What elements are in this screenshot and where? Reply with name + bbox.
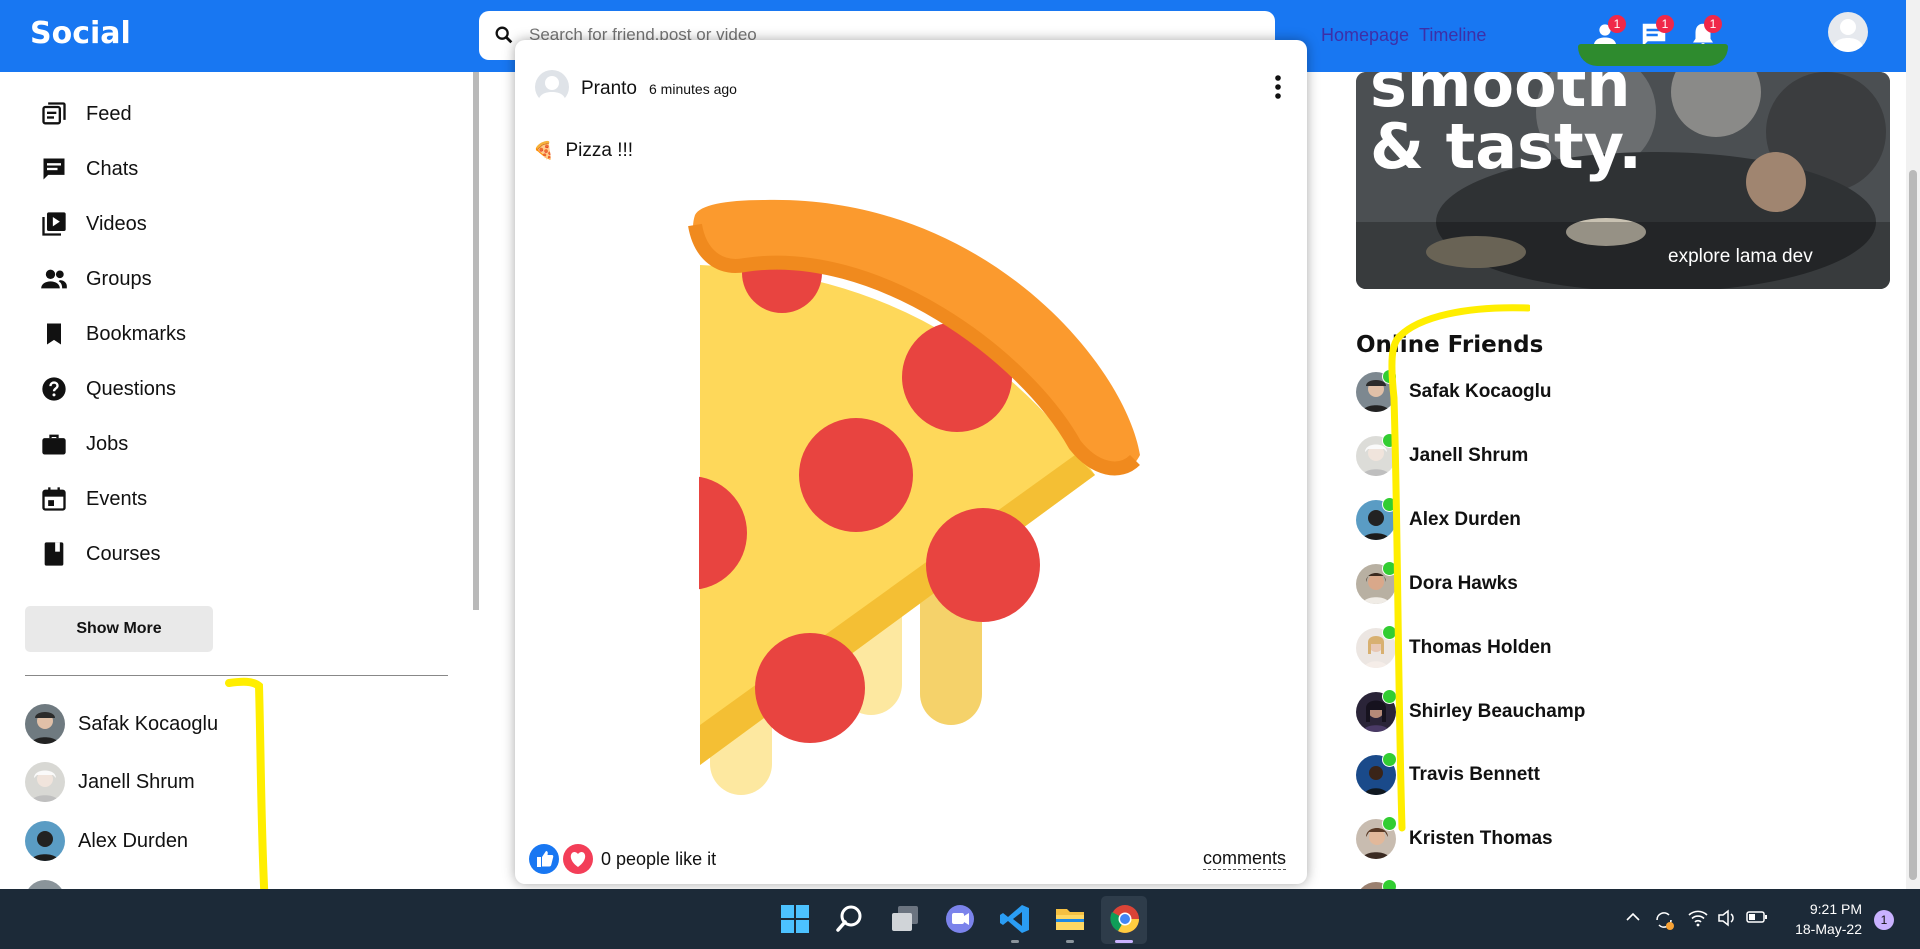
- sidebar-item-label: Jobs: [86, 432, 129, 455]
- pizza-emoji-icon: 🍕: [533, 141, 555, 160]
- like-count: 0 people like it: [601, 848, 717, 869]
- avatar: [25, 880, 65, 889]
- post-image-pizza[interactable]: [655, 185, 1195, 825]
- chevron-up-icon[interactable]: [1625, 909, 1641, 925]
- sidebar-item-label: Questions: [86, 377, 177, 400]
- comments-link[interactable]: comments: [1203, 848, 1287, 870]
- post-username[interactable]: Pranto: [581, 78, 637, 100]
- sidebar-item-label: Groups: [86, 267, 152, 290]
- running-indicator: [1066, 940, 1074, 943]
- video-icon: [42, 212, 66, 236]
- volume-icon[interactable]: [1717, 909, 1737, 927]
- notification-count-badge[interactable]: 1: [1874, 910, 1894, 930]
- running-indicator: [1011, 940, 1019, 943]
- sidebar-item-events[interactable]: Events: [40, 482, 147, 516]
- sidebar-item-chats[interactable]: Chats: [40, 152, 138, 186]
- friend-list-item[interactable]: Alex Durden: [25, 819, 188, 863]
- friend-name: Safak Kocaoglu: [78, 712, 219, 735]
- post-reactions: 0 people like it: [529, 844, 716, 874]
- sync-icon[interactable]: [1653, 909, 1675, 931]
- sidebar-item-jobs[interactable]: Jobs: [40, 427, 128, 461]
- sidebar: Feed Chats Videos Groups Bookmarks Quest…: [0, 72, 475, 889]
- avatar: [25, 704, 65, 744]
- book-icon: [44, 542, 64, 566]
- avatar: [25, 762, 65, 802]
- sidebar-item-label: Events: [86, 487, 148, 510]
- calendar-icon: [42, 487, 66, 511]
- search-icon: [495, 26, 513, 44]
- chat-icon: [43, 158, 65, 180]
- briefcase-icon: [42, 434, 66, 455]
- ad-caption: explore lama dev: [1668, 246, 1813, 267]
- ad-banner[interactable]: smooth & tasty. explore lama dev: [1356, 72, 1890, 289]
- friend-list-item[interactable]: [25, 878, 65, 889]
- like-icon[interactable]: [529, 844, 559, 874]
- post-text: 🍕 Pizza !!!: [533, 140, 633, 162]
- yellow-bracket-annotation: [1388, 304, 1530, 832]
- search-icon[interactable]: [833, 902, 867, 936]
- page-scrollbar[interactable]: [1906, 0, 1920, 889]
- page-scrollbar-thumb[interactable]: [1909, 170, 1917, 880]
- friend-name: Janell Shrum: [78, 770, 195, 793]
- vscode-icon[interactable]: [998, 902, 1032, 936]
- yellow-bracket-annotation: [225, 677, 269, 889]
- chrome-icon[interactable]: [1108, 902, 1142, 936]
- post-timestamp: 6 minutes ago: [649, 81, 737, 97]
- ad-headline: smooth & tasty.: [1370, 72, 1642, 178]
- wifi-icon[interactable]: [1688, 909, 1708, 927]
- active-indicator: [1115, 940, 1133, 943]
- post-card: Pranto 6 minutes ago 🍕 Pizza !!! 0 peopl…: [515, 40, 1307, 884]
- sidebar-item-label: Feed: [86, 102, 132, 125]
- heart-icon[interactable]: [563, 844, 593, 874]
- rightbar: smooth & tasty. explore lama dev Online …: [1330, 0, 1920, 922]
- sidebar-item-courses[interactable]: Courses: [40, 537, 160, 571]
- sidebar-item-label: Bookmarks: [86, 322, 187, 345]
- friend-list-item[interactable]: Safak Kocaoglu: [25, 702, 218, 746]
- feed-icon: [42, 102, 66, 125]
- clock-time: 9:21 PM: [1809, 901, 1862, 917]
- sidebar-item-label: Courses: [86, 542, 161, 565]
- battery-icon[interactable]: [1746, 909, 1768, 925]
- sidebar-item-label: Chats: [86, 157, 139, 180]
- sidebar-item-groups[interactable]: Groups: [40, 262, 152, 296]
- more-vert-icon[interactable]: [1272, 74, 1284, 100]
- logo[interactable]: Social: [30, 16, 131, 51]
- friend-list-item[interactable]: Janell Shrum: [25, 760, 195, 804]
- post-caption: Pizza !!!: [565, 140, 634, 161]
- windows-start-icon[interactable]: [778, 902, 812, 936]
- sidebar-item-feed[interactable]: Feed: [40, 97, 132, 131]
- sidebar-item-bookmarks[interactable]: Bookmarks: [40, 317, 186, 351]
- clock-date: 18-May-22: [1795, 921, 1862, 937]
- avatar: [25, 821, 65, 861]
- sidebar-item-questions[interactable]: Questions: [40, 372, 176, 406]
- avatar[interactable]: [535, 70, 569, 104]
- teams-chat-icon[interactable]: [943, 902, 977, 936]
- clock[interactable]: 9:21 PM 18-May-22: [1788, 899, 1862, 939]
- question-icon: [42, 377, 66, 401]
- sidebar-scrollbar[interactable]: [473, 72, 479, 610]
- task-view-icon[interactable]: [888, 902, 922, 936]
- file-explorer-icon[interactable]: [1053, 902, 1087, 936]
- friend-name: Alex Durden: [78, 829, 189, 852]
- taskbar: 9:21 PM 18-May-22 1: [0, 889, 1920, 949]
- groups-icon: [41, 269, 67, 289]
- sidebar-item-label: Videos: [86, 212, 147, 235]
- sidebar-item-videos[interactable]: Videos: [40, 207, 147, 241]
- bookmark-icon: [47, 323, 61, 345]
- ad-headline-line-2: & tasty.: [1370, 110, 1642, 183]
- show-more-button[interactable]: Show More: [25, 606, 213, 652]
